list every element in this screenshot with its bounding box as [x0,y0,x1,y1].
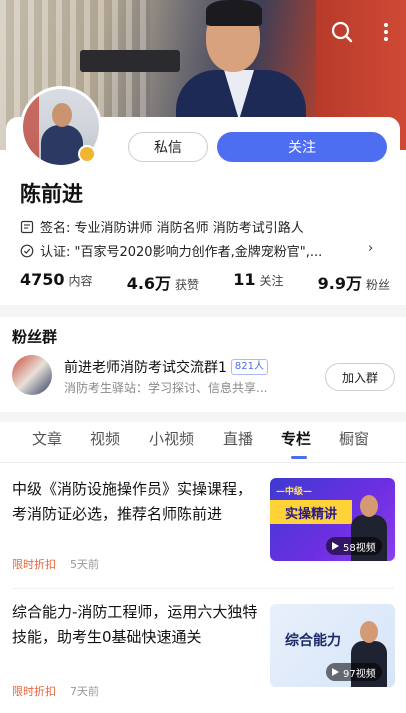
follow-button[interactable]: 关注 [217,132,387,162]
tab-short-videos[interactable]: 小视频 [149,428,194,449]
tab-live[interactable]: 直播 [223,428,253,449]
more-icon[interactable] [374,20,398,44]
article-title[interactable]: 综合能力-消防工程师，运用六大独特技能，助考生0基础快速通关 [12,600,264,650]
article-time: 7天前 [70,685,99,698]
join-group-button[interactable]: 加入群 [325,363,395,391]
message-button[interactable]: 私信 [128,132,208,162]
search-icon[interactable] [330,20,354,44]
tab-columns[interactable]: 专栏 [281,428,311,449]
profile-name: 陈前进 [20,182,83,206]
stat-fans[interactable]: 9.9万 粉丝 [318,270,390,294]
article-thumbnail[interactable]: 综合能力 97视频 [270,604,395,687]
play-icon [332,668,339,676]
certification-text: 认证: "百家号2020影响力创作者,金牌宠粉官",... [40,245,323,260]
tab-showcase[interactable]: 橱窗 [339,428,369,449]
article-thumbnail[interactable]: —中级— 实操精讲 58视频 [270,478,395,561]
fans-section-title: 粉丝群 [12,328,58,346]
stat-content[interactable]: 4750 内容 [20,270,93,294]
document-icon [20,220,34,233]
tab-articles[interactable]: 文章 [32,428,62,449]
video-count-badge: 58视频 [326,537,382,555]
play-icon [332,542,339,550]
certification-row[interactable]: 认证: "百家号2020影响力创作者,金牌宠粉官",... › [20,241,380,260]
tab-videos[interactable]: 视频 [90,428,120,449]
article-title[interactable]: 中级《消防设施操作员》实操课程，考消防证必选，推荐名师陈前进 [12,477,264,527]
section-divider [0,412,406,422]
group-description: 消防考生驿站：学习探讨、信息共享... [64,381,268,395]
verified-badge-icon [78,145,96,163]
article-time: 5天前 [70,558,99,571]
chevron-right-icon[interactable]: › [368,241,373,256]
discount-tag: 限时折扣 [12,558,56,571]
group-avatar[interactable] [12,355,52,395]
signature-row: 签名: 专业消防讲师 消防名师 消防考试引路人 [20,217,304,236]
certification-icon [20,244,34,257]
profile-stats: 4750 内容 4.6万 获赞 11 关注 9.9万 粉丝 [20,270,390,294]
article-divider [12,588,394,589]
group-name[interactable]: 前进老师消防考试交流群1 821人 [64,357,269,377]
discount-tag: 限时折扣 [12,685,56,698]
stat-following[interactable]: 11 关注 [233,270,283,294]
stat-likes[interactable]: 4.6万 获赞 [127,270,199,294]
active-tab-indicator [291,456,307,459]
signature-text: 签名: 专业消防讲师 消防名师 消防考试引路人 [40,221,304,236]
banner-keyboard [80,50,180,72]
content-tabs: 文章 视频 小视频 直播 专栏 橱窗 [0,428,406,454]
group-count-badge: 821人 [230,359,269,375]
tabs-divider [0,462,406,463]
video-count-badge: 97视频 [326,663,382,681]
section-divider [0,305,406,317]
